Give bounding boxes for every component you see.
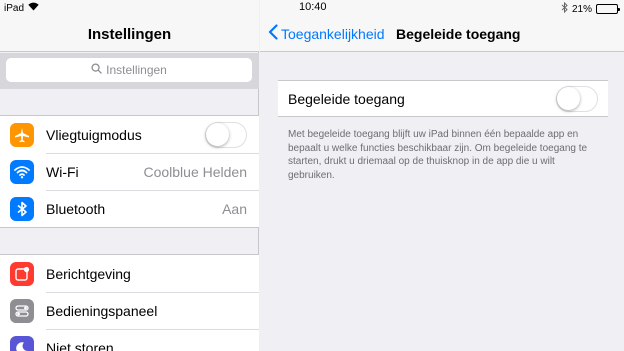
- airplane-icon: [10, 123, 34, 147]
- battery-icon: [596, 4, 620, 14]
- back-button-label: Toegankelijkheid: [281, 25, 385, 42]
- wifi-network-value: Coolblue Helden: [143, 163, 247, 180]
- control-center-icon: [10, 299, 34, 323]
- search-input[interactable]: Instellingen: [6, 58, 252, 82]
- back-button[interactable]: Toegankelijkheid: [268, 24, 385, 43]
- guided-access-toggle[interactable]: [556, 86, 598, 112]
- moon-icon: [10, 336, 34, 351]
- search-icon: [91, 63, 102, 77]
- detail-pane: Toegankelijkheid Begeleide toegang Begel…: [260, 0, 624, 351]
- airplane-mode-toggle[interactable]: [205, 122, 247, 148]
- toggle-knob: [557, 87, 580, 110]
- notifications-icon: [10, 262, 34, 286]
- settings-group-connectivity: Vliegtuigmodus Wi-Fi Coolblue Helden Blu…: [0, 115, 259, 228]
- master-pane: Instellingen Instellingen Vliegtuigmodus…: [0, 0, 259, 351]
- status-bar: iPad 10:40 21%: [0, 0, 624, 16]
- guided-access-cell: Begeleide toegang: [278, 80, 608, 117]
- guided-access-label: Begeleide toegang: [288, 91, 405, 107]
- do-not-disturb-label: Niet storen: [46, 339, 114, 351]
- settings-row-bluetooth[interactable]: Bluetooth Aan: [0, 190, 259, 227]
- status-right: 21%: [561, 1, 620, 16]
- battery-percent: 21%: [571, 3, 592, 15]
- page-title: Begeleide toegang: [396, 26, 521, 42]
- status-left: iPad: [4, 2, 39, 14]
- guided-access-description: Met begeleide toegang blijft uw iPad bin…: [288, 129, 588, 181]
- toggle-knob: [206, 123, 229, 146]
- settings-row-control-center[interactable]: Bedieningspaneel: [0, 292, 259, 329]
- search-area: Instellingen: [0, 53, 259, 89]
- device-name: iPad: [4, 2, 25, 14]
- settings-row-notifications[interactable]: Berichtgeving: [0, 255, 259, 292]
- bluetooth-status-icon: [561, 1, 568, 16]
- bluetooth-label: Bluetooth: [46, 200, 106, 217]
- wifi-icon: [10, 160, 34, 184]
- chevron-left-icon: [268, 24, 278, 43]
- settings-row-do-not-disturb[interactable]: Niet storen: [0, 329, 259, 351]
- settings-row-airplane[interactable]: Vliegtuigmodus: [0, 116, 259, 153]
- control-center-label: Bedieningspaneel: [46, 302, 158, 319]
- wifi-signal-icon: [28, 2, 39, 14]
- airplane-label: Vliegtuigmodus: [46, 126, 142, 143]
- bluetooth-value: Aan: [222, 200, 247, 217]
- bluetooth-icon: [10, 197, 34, 221]
- status-time: 10:40: [299, 1, 327, 13]
- settings-row-wifi[interactable]: Wi-Fi Coolblue Helden: [0, 153, 259, 190]
- wifi-label: Wi-Fi: [46, 163, 79, 180]
- settings-group-system: Berichtgeving Bedieningspaneel Niet stor…: [0, 254, 259, 351]
- master-title: Instellingen: [87, 26, 172, 43]
- notifications-label: Berichtgeving: [46, 265, 131, 282]
- search-placeholder: Instellingen: [106, 63, 167, 77]
